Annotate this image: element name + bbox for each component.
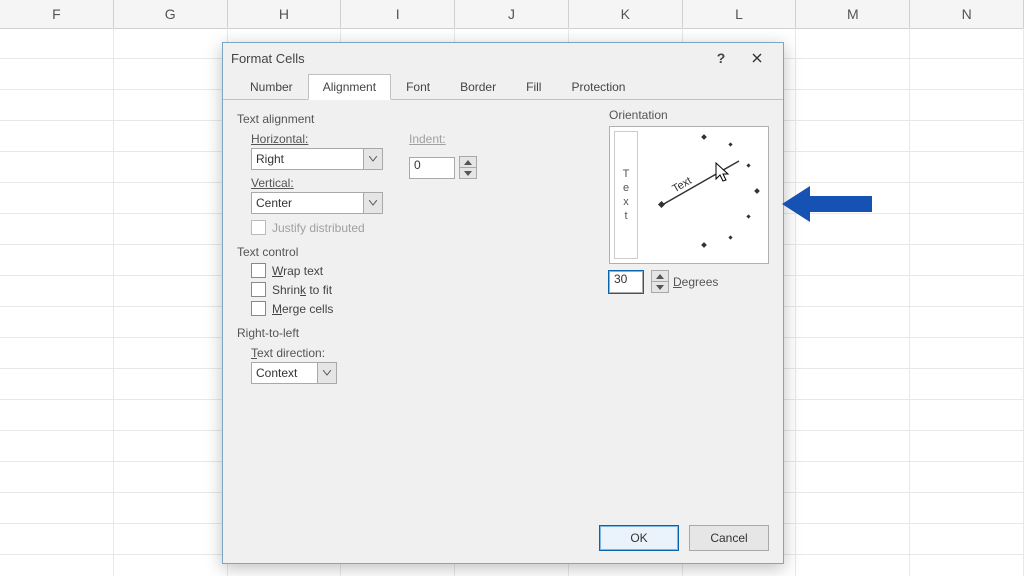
- checkbox-box: [251, 301, 266, 316]
- indent-label: Indent:: [409, 132, 477, 146]
- colhdr-K[interactable]: K: [569, 0, 683, 28]
- chevron-down-icon: [363, 193, 382, 213]
- merge-label: Merge cells: [272, 302, 333, 316]
- orientation-vertical-text[interactable]: T e x t: [614, 131, 638, 259]
- text-direction-select[interactable]: Context: [251, 362, 337, 384]
- horizontal-value: Right: [256, 152, 284, 166]
- ok-button[interactable]: OK: [599, 525, 679, 551]
- tab-alignment[interactable]: Alignment: [308, 74, 391, 100]
- colhdr-H[interactable]: H: [228, 0, 342, 28]
- indent-up[interactable]: [459, 156, 477, 168]
- degrees-down[interactable]: [651, 282, 669, 293]
- chevron-down-icon: [363, 149, 382, 169]
- indent-down[interactable]: [459, 168, 477, 179]
- vertical-select[interactable]: Center: [251, 192, 383, 214]
- section-rtl: Right-to-left: [237, 326, 769, 340]
- indent-value[interactable]: 0: [409, 157, 455, 179]
- cancel-button[interactable]: Cancel: [689, 525, 769, 551]
- column-headers: F G H I J K L M N: [0, 0, 1024, 29]
- degrees-up[interactable]: [651, 270, 669, 282]
- close-icon: [752, 50, 762, 66]
- horizontal-select[interactable]: Right: [251, 148, 383, 170]
- orientation-label: Orientation: [609, 108, 769, 122]
- help-button[interactable]: ?: [703, 46, 739, 70]
- format-cells-dialog: Format Cells ? Number Alignment Font Bor…: [222, 42, 784, 564]
- horizontal-label: Horizontal:: [251, 132, 383, 146]
- checkbox-box: [251, 282, 266, 297]
- text-direction-label: Text direction:: [251, 346, 769, 360]
- checkbox-box: [251, 263, 266, 278]
- colhdr-F[interactable]: F: [0, 0, 114, 28]
- vertical-value: Center: [256, 196, 292, 210]
- dialog-buttons: OK Cancel: [599, 525, 769, 553]
- tab-fill[interactable]: Fill: [511, 74, 556, 100]
- dialog-title: Format Cells: [231, 51, 703, 66]
- colhdr-L[interactable]: L: [683, 0, 797, 28]
- titlebar[interactable]: Format Cells ?: [223, 43, 783, 73]
- close-button[interactable]: [739, 46, 775, 70]
- tab-border[interactable]: Border: [445, 74, 511, 100]
- tab-protection[interactable]: Protection: [556, 74, 640, 100]
- colhdr-J[interactable]: J: [455, 0, 569, 28]
- wrap-text-label: Wrap text: [272, 264, 323, 278]
- tabs: Number Alignment Font Border Fill Protec…: [223, 73, 783, 100]
- chevron-down-icon: [317, 363, 336, 383]
- colhdr-N[interactable]: N: [910, 0, 1024, 28]
- justify-distributed-checkbox: Justify distributed: [251, 220, 383, 235]
- justify-distributed-label: Justify distributed: [272, 221, 365, 235]
- shrink-label: Shrink to fit: [272, 283, 332, 297]
- orientation-dial-box: T e x t: [609, 126, 769, 264]
- degrees-input[interactable]: 30: [609, 271, 643, 293]
- cursor-icon: [716, 163, 728, 181]
- degrees-label: Degrees: [673, 275, 718, 289]
- orientation-group: Orientation T e x t: [609, 108, 769, 293]
- colhdr-M[interactable]: M: [796, 0, 910, 28]
- colhdr-G[interactable]: G: [114, 0, 228, 28]
- colhdr-I[interactable]: I: [341, 0, 455, 28]
- orientation-dial[interactable]: Text: [644, 131, 764, 259]
- merge-cells-checkbox[interactable]: Merge cells: [251, 301, 769, 316]
- indent-spinner[interactable]: 0: [409, 156, 477, 179]
- checkbox-box: [251, 220, 266, 235]
- tab-number[interactable]: Number: [235, 74, 308, 100]
- text-direction-value: Context: [256, 366, 297, 380]
- tab-font[interactable]: Font: [391, 74, 445, 100]
- dialog-content: Text alignment Horizontal: Right Vertica…: [223, 100, 783, 530]
- vertical-label: Vertical:: [251, 176, 383, 190]
